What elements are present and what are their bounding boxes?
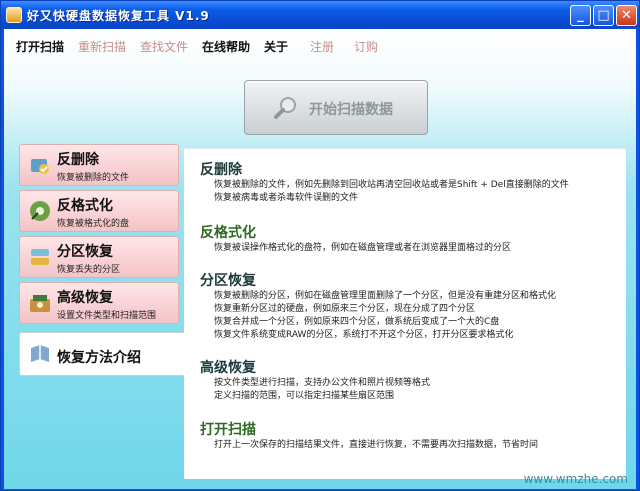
section-line: 定义扫描的范围，可以指定扫描某些扇区范围	[214, 391, 395, 401]
minimize-button[interactable]: _	[570, 5, 591, 26]
close-button[interactable]: ✕	[616, 5, 637, 26]
nav-partition-title: 分区恢复	[57, 244, 113, 260]
nav-partition[interactable]: 分区恢复 恢复丢失的分区	[19, 236, 179, 278]
app-window: 好又快硬盘数据恢复工具 V1.9 _ □ ✕ 打开扫描 重新扫描 查找文件 在线…	[0, 0, 640, 491]
advanced-icon	[30, 295, 50, 312]
nav-recovery-guide-title: 恢复方法介绍	[57, 350, 141, 366]
section-heading: 反删除	[200, 162, 242, 178]
close-icon: ✕	[621, 8, 632, 23]
nav-partition-subtitle: 恢复丢失的分区	[57, 265, 121, 275]
nav-advanced-title: 高级恢复	[57, 290, 113, 306]
client-area: 打开扫描 重新扫描 查找文件 在线帮助 关于 注册 订购 开始扫描数据 反删除 …	[4, 29, 636, 489]
maximize-button[interactable]: □	[593, 5, 614, 26]
section-line: 恢复文件系统变成RAW的分区，系统打不开这个分区，打开分区要求格式化	[214, 330, 514, 340]
watermark-text: www.wmzhe.com	[523, 472, 628, 486]
menu-online-help[interactable]: 在线帮助	[202, 38, 250, 55]
nav-undelete-subtitle: 恢复被删除的文件	[57, 173, 130, 183]
guide-panel: 反删除 恢复被删除的文件，例如先删除到回收站再清空回收站或者是Shift + D…	[184, 148, 626, 479]
maximize-icon: □	[597, 8, 610, 23]
start-scan-button[interactable]: 开始扫描数据	[244, 80, 428, 135]
book-icon	[31, 345, 49, 362]
partition-icon	[31, 249, 49, 265]
unformat-icon	[30, 201, 50, 221]
nav-undelete-title: 反删除	[57, 152, 99, 168]
section-undelete: 反删除 恢复被删除的文件，例如先删除到回收站再清空回收站或者是Shift + D…	[200, 159, 569, 205]
section-heading: 高级恢复	[200, 360, 256, 376]
nav-advanced[interactable]: 高级恢复 设置文件类型和扫描范围	[19, 282, 179, 324]
section-line: 恢复重新分区过的硬盘，例如原来三个分区，现在分成了四个分区	[214, 304, 476, 314]
section-heading: 反格式化	[200, 225, 256, 241]
section-advanced: 高级恢复 按文件类型进行扫描，支持办公文件和照片视频等格式 定义扫描的范围，可以…	[200, 357, 430, 403]
menu-about[interactable]: 关于	[264, 38, 288, 55]
nav-undelete[interactable]: 反删除 恢复被删除的文件	[19, 144, 179, 186]
section-unformat: 反格式化 恢复被误操作格式化的盘符，例如在磁盘管理或者在浏览器里面格过的分区	[200, 222, 511, 255]
section-line: 恢复被病毒或者杀毒软件误删的文件	[214, 193, 359, 203]
title-bar[interactable]: 好又快硬盘数据恢复工具 V1.9 _ □ ✕	[1, 1, 639, 29]
undelete-icon	[31, 159, 49, 174]
window-title: 好又快硬盘数据恢复工具 V1.9	[27, 9, 210, 23]
section-line: 恢复被误操作格式化的盘符，例如在磁盘管理或者在浏览器里面格过的分区	[214, 243, 512, 253]
minimize-icon: _	[577, 8, 584, 23]
section-line: 恢复被删除的分区，例如在磁盘管理里面删除了一个分区，但是没有重建分区和格式化	[214, 291, 557, 301]
nav-unformat-subtitle: 恢复被格式化的盘	[57, 219, 130, 229]
menu-register[interactable]: 注册	[310, 38, 334, 55]
menu-order[interactable]: 订购	[354, 38, 378, 55]
nav-advanced-subtitle: 设置文件类型和扫描范围	[57, 311, 157, 321]
nav-unformat[interactable]: 反格式化 恢复被格式化的盘	[19, 190, 179, 232]
section-line: 恢复被删除的文件，例如先删除到回收站再清空回收站或者是Shift + Del直接…	[214, 180, 569, 190]
start-scan-label: 开始扫描数据	[309, 102, 393, 118]
menu-open-scan[interactable]: 打开扫描	[16, 38, 64, 55]
section-partition: 分区恢复 恢复被删除的分区，例如在磁盘管理里面删除了一个分区，但是没有重建分区和…	[200, 270, 556, 342]
menu-find-file[interactable]: 查找文件	[140, 38, 188, 55]
section-line: 按文件类型进行扫描，支持办公文件和照片视频等格式	[214, 378, 431, 388]
app-icon	[6, 7, 22, 23]
section-heading: 打开扫描	[200, 422, 256, 438]
section-line: 恢复合并成一个分区，例如原来四个分区，做系统后变成了一个大的C盘	[214, 317, 500, 327]
nav-recovery-guide[interactable]: 恢复方法介绍	[19, 332, 187, 376]
menu-rescan[interactable]: 重新扫描	[78, 38, 126, 55]
magnifier-icon	[274, 97, 296, 119]
section-open-scan: 打开扫描 打开上一次保存的扫描结果文件，直接进行恢复，不需要再次扫描数据，节省时…	[200, 419, 538, 452]
section-heading: 分区恢复	[200, 273, 256, 289]
nav-unformat-title: 反格式化	[57, 198, 113, 214]
section-line: 打开上一次保存的扫描结果文件，直接进行恢复，不需要再次扫描数据，节省时间	[214, 440, 539, 450]
